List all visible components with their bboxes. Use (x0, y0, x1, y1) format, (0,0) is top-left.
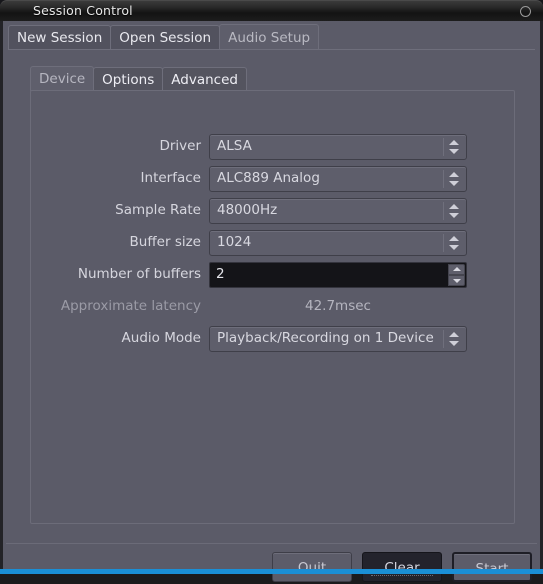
sample-rate-combo[interactable]: 48000Hz (209, 198, 467, 224)
tab-advanced-label: Advanced (171, 72, 238, 88)
driver-combo-separator (443, 138, 444, 156)
audio-mode-label: Audio Mode (121, 330, 201, 346)
chevron-updown-icon[interactable] (449, 236, 460, 250)
tab-new-session[interactable]: New Session (8, 25, 112, 50)
sample-rate-value: 48000Hz (217, 202, 278, 218)
quit-button[interactable]: Quit (272, 552, 352, 582)
tab-new-session-label: New Session (17, 30, 103, 46)
row-interface: Interface ALC889 Analog (31, 164, 516, 196)
row-audio-mode: Audio Mode Playback/Recording on 1 Devic… (31, 324, 516, 356)
window-title: Session Control (33, 3, 133, 18)
interface-combo-separator (443, 170, 444, 188)
tab-device-label: Device (39, 71, 86, 87)
tab-audio-setup-label: Audio Setup (228, 30, 311, 46)
action-area: Quit Clear Start (262, 552, 532, 584)
interface-value: ALC889 Analog (217, 170, 320, 186)
buffer-size-combo[interactable]: 1024 (209, 230, 467, 256)
audio-mode-combo-separator (443, 330, 444, 348)
tab-open-session[interactable]: Open Session (110, 25, 221, 50)
tab-device[interactable]: Device (30, 66, 95, 91)
audio-setup-page: Device Options Advanced Driver ALSA Inte… (8, 50, 535, 528)
main-tab-bar: New Session Open Session Audio Setup (8, 24, 535, 50)
buffer-size-label: Buffer size (129, 234, 201, 250)
audio-mode-combo[interactable]: Playback/Recording on 1 Device (209, 326, 467, 352)
device-tab-bar: Device Options Advanced (30, 66, 515, 91)
tab-options[interactable]: Options (93, 67, 164, 91)
tab-audio-setup[interactable]: Audio Setup (219, 24, 320, 50)
number-of-buffers-spinbox[interactable]: 2 (209, 262, 467, 288)
number-of-buffers-label: Number of buffers (77, 266, 201, 282)
spinner-down-icon[interactable] (448, 275, 465, 286)
spinner-buttons[interactable] (448, 263, 466, 287)
number-of-buffers-value: 2 (216, 266, 225, 282)
approximate-latency-label: Approximate latency (60, 298, 201, 314)
row-number-of-buffers: Number of buffers 2 (31, 260, 516, 292)
bottom-accent-bar (0, 569, 543, 574)
approximate-latency-value: 42.7msec (305, 298, 371, 314)
sample-rate-label: Sample Rate (115, 202, 201, 218)
number-of-buffers-spinner[interactable]: 2 (209, 262, 467, 288)
sample-rate-combo-separator (443, 202, 444, 220)
start-button[interactable]: Start (452, 552, 532, 582)
interface-combo-box[interactable]: ALC889 Analog (209, 166, 467, 192)
buffer-size-combo-box[interactable]: 1024 (209, 230, 467, 256)
interface-label: Interface (140, 170, 201, 186)
chevron-updown-icon[interactable] (449, 172, 460, 186)
chevron-updown-icon[interactable] (449, 140, 460, 154)
action-area-separator (6, 543, 537, 544)
dialog-body: New Session Open Session Audio Setup Devic… (3, 21, 540, 582)
driver-value: ALSA (217, 138, 252, 154)
circle-icon[interactable] (520, 6, 531, 17)
row-buffer-size: Buffer size 1024 (31, 228, 516, 260)
driver-combo-box[interactable]: ALSA (209, 134, 467, 160)
title-bar[interactable]: Session Control (0, 0, 543, 21)
audio-mode-value: Playback/Recording on 1 Device (217, 330, 434, 346)
row-driver: Driver ALSA (31, 132, 516, 164)
spinner-up-icon[interactable] (448, 264, 465, 275)
driver-label: Driver (159, 138, 201, 154)
buffer-size-value: 1024 (217, 234, 252, 250)
driver-combo[interactable]: ALSA (209, 134, 467, 160)
tab-open-session-label: Open Session (119, 30, 212, 46)
chevron-updown-icon[interactable] (449, 204, 460, 218)
device-settings-form: Driver ALSA Interface ALC889 Analog Samp… (31, 132, 516, 356)
audio-mode-combo-box[interactable]: Playback/Recording on 1 Device (209, 326, 467, 352)
session-control-window: Session Control New Session Open Session A… (0, 0, 543, 582)
chevron-updown-icon[interactable] (449, 332, 460, 346)
tab-advanced[interactable]: Advanced (162, 67, 247, 91)
row-approximate-latency: Approximate latency 42.7msec (31, 292, 516, 320)
clear-button[interactable]: Clear (362, 552, 442, 582)
device-settings-frame: Driver ALSA Interface ALC889 Analog Samp… (30, 90, 515, 524)
interface-combo[interactable]: ALC889 Analog (209, 166, 467, 192)
row-sample-rate: Sample Rate 48000Hz (31, 196, 516, 228)
tab-options-label: Options (102, 72, 155, 88)
buffer-size-combo-separator (443, 234, 444, 252)
sample-rate-combo-box[interactable]: 48000Hz (209, 198, 467, 224)
clear-focus-indicator (371, 575, 433, 577)
